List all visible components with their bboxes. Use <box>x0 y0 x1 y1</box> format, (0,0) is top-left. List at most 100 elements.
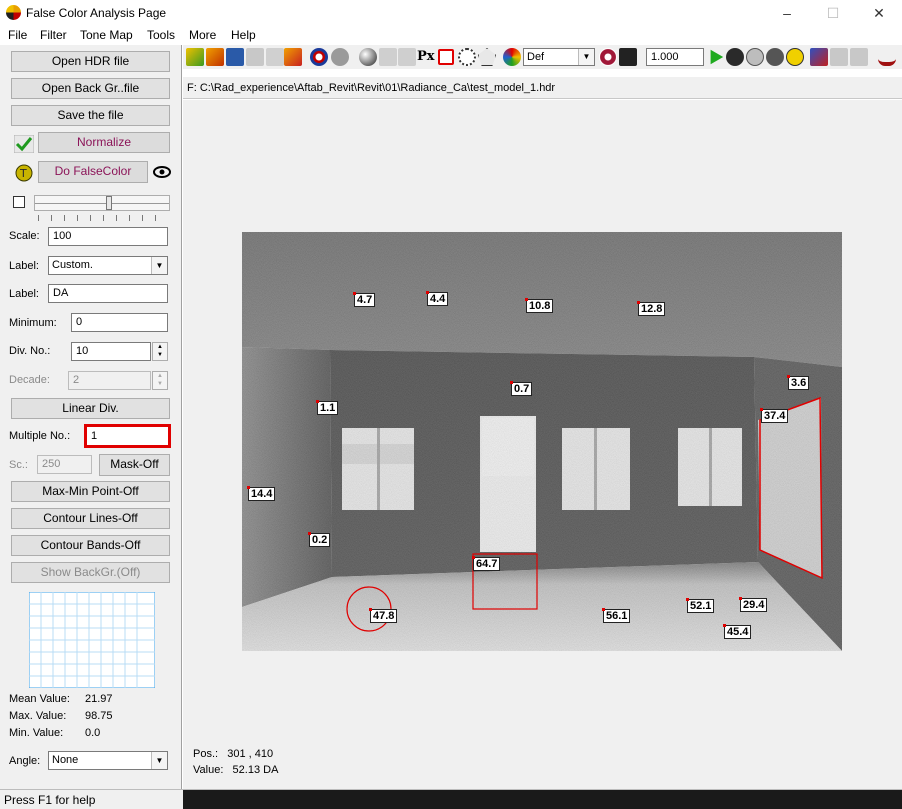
do-falsecolor-button[interactable]: Do FalseColor <box>38 161 148 183</box>
point-label[interactable]: 52.1 <box>685 598 715 613</box>
mask-off-button[interactable]: Mask-Off <box>99 454 170 476</box>
contour-bands-button[interactable]: Contour Bands-Off <box>11 535 170 556</box>
clipboard-icon[interactable] <box>266 48 284 66</box>
menu-filter[interactable]: Filter <box>40 28 67 42</box>
disabled-tool-icon-2[interactable] <box>850 48 868 66</box>
preset-select[interactable]: Def ▼ <box>523 48 595 66</box>
max-min-point-button[interactable]: Max-Min Point-Off <box>11 481 170 502</box>
point-label[interactable]: 10.8 <box>524 298 554 313</box>
point-label[interactable]: 1.1 <box>315 400 339 415</box>
point-label[interactable]: 0.2 <box>307 532 331 547</box>
crop-icon[interactable] <box>379 48 397 66</box>
angle-select[interactable]: None ▼ <box>48 751 168 770</box>
image-view[interactable]: 4.7 4.4 10.8 12.8 0.7 3.6 1.1 37.4 14.4 … <box>183 100 902 789</box>
grid-icon[interactable] <box>398 48 416 66</box>
svg-text:T: T <box>19 167 27 180</box>
menu-tools[interactable]: Tools <box>147 28 175 42</box>
menu-bar: File Filter Tone Map Tools More Help <box>0 26 902 45</box>
slider-ticks <box>38 215 168 221</box>
point-label[interactable]: 47.8 <box>368 608 398 623</box>
slider-enable-checkbox[interactable] <box>13 196 25 208</box>
chevron-down-icon[interactable]: ▼ <box>151 752 167 769</box>
ball-icon[interactable] <box>359 48 377 66</box>
play-icon[interactable] <box>710 49 724 65</box>
open-hdr-button[interactable]: Open HDR file <box>11 51 170 72</box>
chevron-down-icon[interactable]: ▼ <box>151 257 167 274</box>
target-icon[interactable] <box>310 48 328 66</box>
spot-icon[interactable] <box>599 48 617 66</box>
save-icon[interactable] <box>226 48 244 66</box>
point-label[interactable]: 4.7 <box>352 292 376 307</box>
curve-icon[interactable] <box>878 48 896 66</box>
open-icon[interactable] <box>186 48 204 66</box>
mean-value: 21.97 <box>85 693 113 705</box>
zoom-input[interactable]: 1.000 <box>646 48 704 66</box>
eye-icon[interactable] <box>152 163 172 181</box>
point-label[interactable]: 45.4 <box>722 624 752 639</box>
point-label[interactable]: 64.7 <box>471 556 501 571</box>
globe-dark-icon[interactable] <box>726 48 744 66</box>
close-button[interactable]: ✕ <box>856 0 902 26</box>
decade-input[interactable]: 2 <box>68 371 151 390</box>
point-label[interactable]: 12.8 <box>636 301 666 316</box>
chevron-down-icon[interactable]: ▼ <box>578 49 594 65</box>
pixel-icon[interactable]: Px <box>417 48 435 66</box>
pos-label: Pos.: <box>193 748 219 760</box>
color-wheel-icon[interactable] <box>503 48 521 66</box>
threshold-slider[interactable] <box>34 195 170 211</box>
toolbar: Px Def ▼ 1.000 <box>183 45 902 69</box>
open-background-button[interactable]: Open Back Gr..file <box>11 78 170 99</box>
open-background-icon[interactable] <box>206 48 224 66</box>
disabled-tool-icon[interactable] <box>830 48 848 66</box>
globe-grid-icon[interactable] <box>766 48 784 66</box>
app-icon <box>6 5 21 20</box>
checkmark-icon[interactable] <box>14 135 34 153</box>
preset-value: Def <box>527 51 545 63</box>
info-icon[interactable] <box>786 48 804 66</box>
point-label[interactable]: 4.4 <box>425 291 449 306</box>
min-value-label: Min. Value: <box>9 727 64 739</box>
rectangle-select-icon[interactable] <box>438 49 454 65</box>
contour-lines-button[interactable]: Contour Lines-Off <box>11 508 170 529</box>
cursor-readout: Pos.: 301 , 410 Value: 52.13 DA <box>193 746 278 778</box>
sphere-icon[interactable] <box>331 48 349 66</box>
tool-icon[interactable] <box>810 48 828 66</box>
point-label[interactable]: 0.7 <box>509 381 533 396</box>
multiple-no-label: Multiple No.: <box>9 430 71 442</box>
normalize-button[interactable]: Normalize <box>38 132 170 153</box>
div-no-label: Div. No.: <box>9 345 51 357</box>
menu-tone-map[interactable]: Tone Map <box>80 28 133 42</box>
menu-help[interactable]: Help <box>231 28 256 42</box>
point-label[interactable]: 29.4 <box>738 597 768 612</box>
point-label[interactable]: 56.1 <box>601 608 631 623</box>
unit-input[interactable]: DA <box>48 284 168 303</box>
point-label[interactable]: 3.6 <box>786 375 810 390</box>
minimum-input[interactable]: 0 <box>71 313 168 332</box>
sc-input[interactable]: 250 <box>37 455 92 474</box>
point-label[interactable]: 14.4 <box>246 486 276 501</box>
div-no-stepper[interactable]: ▲ ▼ <box>152 342 168 361</box>
globe-light-icon[interactable] <box>746 48 764 66</box>
file-path: F: C:\Rad_experience\Aftab_Revit\Revit\0… <box>187 82 556 94</box>
polygon-select-icon[interactable] <box>478 48 496 66</box>
copy-icon[interactable] <box>246 48 264 66</box>
scale-input[interactable]: 100 <box>48 227 168 246</box>
menu-file[interactable]: File <box>8 28 27 42</box>
hdr-image[interactable] <box>242 232 842 651</box>
falsecolor-tool-icon[interactable]: T <box>14 163 34 183</box>
paint-icon[interactable] <box>284 48 302 66</box>
decade-stepper[interactable]: ▲ ▼ <box>152 371 168 390</box>
invert-icon[interactable] <box>619 48 637 66</box>
circle-select-icon[interactable] <box>458 48 476 66</box>
multiple-no-input[interactable]: 1 <box>84 424 171 448</box>
show-background-button[interactable]: Show BackGr.(Off) <box>11 562 170 583</box>
menu-more[interactable]: More <box>189 28 216 42</box>
div-no-input[interactable]: 10 <box>71 342 151 361</box>
sc-label: Sc.: <box>9 459 28 471</box>
point-label[interactable]: 37.4 <box>759 408 789 423</box>
save-file-button[interactable]: Save the file <box>11 105 170 126</box>
label-type-select[interactable]: Custom. ▼ <box>48 256 168 275</box>
minimize-button[interactable]: – <box>764 0 810 26</box>
maximize-button[interactable]: ☐ <box>810 0 856 26</box>
linear-div-button[interactable]: Linear Div. <box>11 398 170 419</box>
